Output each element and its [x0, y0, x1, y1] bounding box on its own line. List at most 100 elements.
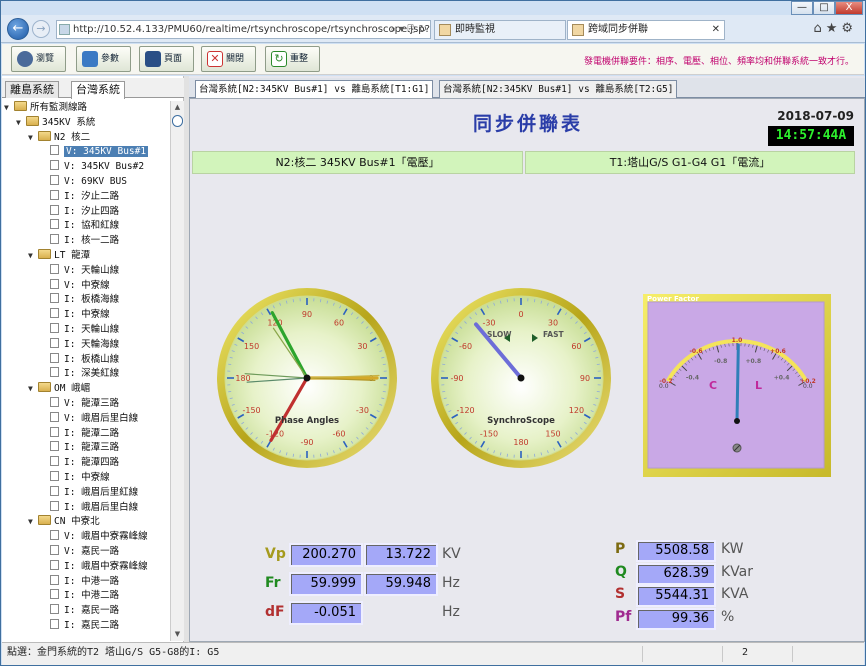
tree-folder[interactable]: ▼ N2 核二 [2, 130, 170, 146]
home-star-gear-icon[interactable]: ⌂★⚙ [813, 21, 857, 36]
reading-unit: KVar [721, 563, 754, 580]
document-icon [50, 160, 59, 171]
reading-unit: KW [721, 541, 744, 557]
sidebar: 離島系統 台灣系統 ▼ 所有監測線路 ▼ 345KV 系統 ▼ N2 核二 V: 345KV… [2, 76, 184, 642]
address-tools-icon[interactable]: ⌕ ▾ ⎘ ↻ [390, 21, 427, 38]
scroll-down-icon[interactable]: ▼ [171, 628, 184, 641]
minimize-button[interactable]: — [791, 1, 813, 15]
tree-folder[interactable]: ▼ 345KV 系統 [2, 115, 170, 131]
tab-close-icon[interactable]: ✕ [712, 21, 720, 39]
status-text: 點選：金門系統的T2 塔山G/S G5-G8的I: G5 [7, 647, 220, 658]
tab-compare-t2[interactable]: 台灣系統[N2:345KV Bus#1] vs 離島系統[T2:G5] [439, 80, 678, 98]
document-icon [50, 470, 59, 481]
close-button[interactable]: ✕ 關閉 [201, 46, 256, 72]
document-icon [50, 174, 59, 185]
browse-button[interactable]: 瀏覽 [11, 46, 66, 72]
address-bar[interactable]: http://10.52.4.133/PMU60/realtime/rtsync… [56, 20, 431, 39]
page-button[interactable]: 頁面 [139, 46, 194, 72]
tree-item[interactable]: I: 中港一路 [2, 574, 170, 590]
params-button[interactable]: 參數 [76, 46, 131, 72]
document-icon [50, 263, 59, 274]
tree-item[interactable]: I: 板橋海線 [2, 293, 170, 308]
document-icon [50, 544, 59, 555]
page-icon [145, 51, 161, 67]
tree-item[interactable]: I: 龍潭二路 [2, 426, 170, 442]
expand-triangle-icon[interactable]: ▼ [28, 515, 38, 530]
reading-value: 628.39 [636, 562, 716, 585]
tree-label: V: 龍潭三路 [64, 397, 120, 409]
reset-button[interactable]: ↻ 重整 [265, 46, 320, 72]
tree-item[interactable]: I: 龍潭四路 [2, 456, 170, 471]
tree-folder[interactable]: ▼ CN 中寮北 [2, 515, 170, 530]
tree-item[interactable]: I: 中港二路 [2, 589, 170, 604]
folder-icon [38, 382, 51, 393]
tree-item[interactable]: I: 汐止二路 [2, 189, 170, 205]
tree-label: I: 汐止四路 [64, 205, 120, 217]
tree-item[interactable]: I: 中寮線 [2, 308, 170, 323]
browser-tab-sync[interactable]: 跨域同步併聯 ✕ [567, 20, 725, 40]
reading-value: 200.270 [289, 543, 363, 567]
tree-item[interactable]: I: 協和紅線 [2, 219, 170, 234]
tree-item[interactable]: I: 天輪海線 [2, 337, 170, 353]
tree-item[interactable]: I: 中寮線 [2, 470, 170, 486]
document-icon [50, 530, 59, 541]
tab-taiwan-system[interactable]: 台灣系統 [71, 81, 125, 99]
tree-label: I: 協和紅線 [64, 220, 120, 232]
tree-folder[interactable]: ▼ LT 龍潭 [2, 248, 170, 264]
tab-compare-t1[interactable]: 台灣系統[N2:345KV Bus#1] vs 離島系統[T1:G1] [195, 80, 434, 98]
tree-item[interactable]: I: 峨眉后里白線 [2, 500, 170, 516]
tree-label: V: 峨眉后里白線 [64, 412, 139, 424]
maximize-button[interactable]: □ [813, 1, 835, 15]
tree-item[interactable]: V: 天輪山線 [2, 263, 170, 279]
tree-item[interactable]: I: 龍潭三路 [2, 441, 170, 456]
close-window-button[interactable]: X [835, 1, 863, 15]
browser-tab-monitor[interactable]: 即時監視 [434, 20, 566, 40]
close-icon: ✕ [207, 51, 223, 67]
tree-folder[interactable]: ▼ OM 峨嵋 [2, 382, 170, 397]
document-icon [50, 352, 59, 363]
document-icon [50, 145, 59, 156]
tree-item[interactable]: V: 峨眉后里白線 [2, 411, 170, 427]
reading-label: S [615, 586, 626, 602]
tree-item[interactable]: V: 嘉民一路 [2, 544, 170, 560]
tree-item[interactable]: I: 嘉民一路 [2, 604, 170, 619]
tree-item[interactable]: I: 核一二路 [2, 234, 170, 249]
tree-item[interactable]: I: 汐止四路 [2, 204, 170, 220]
expand-triangle-icon[interactable]: ▼ [16, 116, 26, 131]
reading-value: 5508.58 [636, 540, 716, 562]
reading-label: dF [265, 604, 285, 620]
expand-triangle-icon[interactable]: ▼ [28, 249, 38, 264]
forward-arrow-icon[interactable]: → [32, 20, 50, 38]
reading-label: P [615, 541, 626, 557]
expand-triangle-icon[interactable]: ▼ [28, 131, 38, 146]
tree-label: I: 龍潭二路 [64, 427, 120, 439]
tree-item[interactable]: I: 嘉民二路 [2, 618, 170, 634]
tree-item[interactable]: V: 345KV Bus#1 [2, 145, 170, 160]
document-icon [50, 559, 59, 570]
tree-item[interactable]: V: 69KV BUS [2, 174, 170, 190]
tree-item[interactable]: I: 峨眉后里紅線 [2, 485, 170, 501]
tree-label: CN 中寮北 [54, 516, 100, 528]
tree-item[interactable]: V: 中寮線 [2, 278, 170, 294]
tab-label: 即時監視 [455, 24, 495, 35]
tab-label: 跨域同步併聯 [588, 24, 648, 35]
tree-label: I: 中港二路 [64, 590, 120, 602]
back-arrow-icon[interactable]: ← [7, 18, 29, 40]
tree-item[interactable]: V: 峨眉中寮霧峰線 [2, 530, 170, 545]
tree-label: I: 中港一路 [64, 575, 120, 587]
tree-item[interactable]: V: 龍潭三路 [2, 396, 170, 412]
tree-label: I: 峨眉后里白線 [64, 501, 139, 513]
tree-item[interactable]: I: 深美紅線 [2, 367, 170, 382]
scroll-thumb[interactable] [172, 115, 183, 127]
expand-triangle-icon[interactable]: ▼ [4, 101, 14, 116]
tree-folder[interactable]: ▼ 所有監測線路 [2, 101, 170, 116]
tab-island-system[interactable]: 離島系統 [5, 81, 59, 98]
document-icon [50, 604, 59, 615]
tree-scrollbar[interactable]: ▲ ▼ [170, 101, 184, 641]
tree-item[interactable]: I: 板橋山線 [2, 352, 170, 368]
tree-item[interactable]: V: 345KV Bus#2 [2, 160, 170, 175]
tree-item[interactable]: I: 天輪山線 [2, 322, 170, 338]
tree-item[interactable]: I: 峨眉中寮霧峰線 [2, 559, 170, 575]
expand-triangle-icon[interactable]: ▼ [28, 382, 38, 397]
scroll-up-icon[interactable]: ▲ [171, 101, 184, 114]
